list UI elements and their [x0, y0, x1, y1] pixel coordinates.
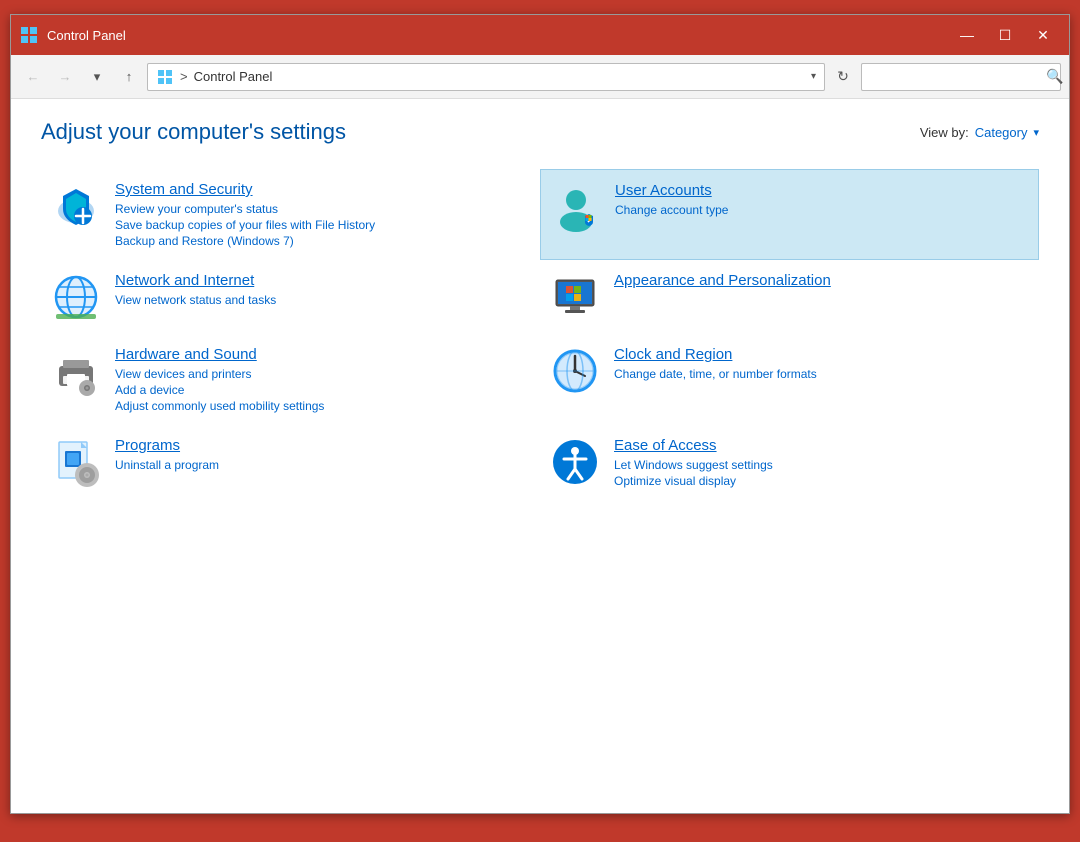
- ease-visual-link[interactable]: Optimize visual display: [614, 474, 1029, 488]
- system-restore-link[interactable]: Backup and Restore (Windows 7): [115, 234, 530, 248]
- search-icon: 🔍: [1046, 68, 1063, 85]
- up-button[interactable]: ↑: [115, 63, 143, 91]
- clock-title[interactable]: Clock and Region: [614, 346, 1029, 363]
- network-title[interactable]: Network and Internet: [115, 272, 530, 289]
- category-ease-of-access[interactable]: Ease of Access Let Windows suggest setti…: [540, 425, 1039, 500]
- clock-icon: [550, 346, 600, 396]
- address-separator: >: [180, 69, 188, 84]
- hardware-title[interactable]: Hardware and Sound: [115, 346, 530, 363]
- appearance-content: Appearance and Personalization: [614, 272, 1029, 293]
- close-button[interactable]: ✕: [1025, 21, 1061, 49]
- view-by-arrow-icon: ▾: [1033, 126, 1039, 139]
- search-bar[interactable]: 🔍: [861, 63, 1061, 91]
- hardware-mobility-link[interactable]: Adjust commonly used mobility settings: [115, 399, 530, 413]
- ease-suggest-link[interactable]: Let Windows suggest settings: [614, 458, 1029, 472]
- view-by-control: View by: Category ▾: [920, 125, 1039, 140]
- ease-of-access-title[interactable]: Ease of Access: [614, 437, 1029, 454]
- minimize-button[interactable]: —: [949, 21, 985, 49]
- back-button[interactable]: ←: [19, 63, 47, 91]
- page-header: Adjust your computer's settings View by:…: [41, 119, 1039, 145]
- address-bar-icon: [156, 68, 174, 86]
- network-status-link[interactable]: View network status and tasks: [115, 293, 530, 307]
- network-icon: [51, 272, 101, 322]
- title-bar-controls: — ☐ ✕: [949, 21, 1061, 49]
- programs-uninstall-link[interactable]: Uninstall a program: [115, 458, 530, 472]
- main-window: Control Panel — ☐ ✕ ← → ▾ ↑ > Control Pa…: [10, 14, 1070, 814]
- hardware-content: Hardware and Sound View devices and prin…: [115, 346, 530, 413]
- user-accounts-content: User Accounts Change account type: [615, 182, 1028, 217]
- ease-of-access-icon: [550, 437, 600, 487]
- category-programs[interactable]: Programs Uninstall a program: [41, 425, 540, 500]
- content-area: Adjust your computer's settings View by:…: [11, 99, 1069, 813]
- user-accounts-title[interactable]: User Accounts: [615, 182, 1028, 199]
- title-bar: Control Panel — ☐ ✕: [11, 15, 1069, 55]
- categories-grid: System and Security Review your computer…: [41, 169, 1039, 500]
- address-bar[interactable]: > Control Panel ▾: [147, 63, 825, 91]
- ease-of-access-content: Ease of Access Let Windows suggest setti…: [614, 437, 1029, 488]
- hardware-add-link[interactable]: Add a device: [115, 383, 530, 397]
- title-bar-app-icon: [19, 25, 39, 45]
- system-backup-link[interactable]: Save backup copies of your files with Fi…: [115, 218, 530, 232]
- appearance-icon: [550, 272, 600, 322]
- view-by-value[interactable]: Category: [975, 125, 1028, 140]
- programs-icon: [51, 437, 101, 487]
- category-system-security[interactable]: System and Security Review your computer…: [41, 169, 540, 260]
- address-dropdown-icon[interactable]: ▾: [811, 71, 816, 82]
- user-change-type-link[interactable]: Change account type: [615, 203, 1028, 217]
- navigation-bar: ← → ▾ ↑ > Control Panel ▾ ↻ 🔍: [11, 55, 1069, 99]
- forward-button[interactable]: →: [51, 63, 79, 91]
- network-content: Network and Internet View network status…: [115, 272, 530, 307]
- title-bar-text: Control Panel: [47, 28, 949, 43]
- system-review-link[interactable]: Review your computer's status: [115, 202, 530, 216]
- system-security-title[interactable]: System and Security: [115, 181, 530, 198]
- search-input[interactable]: [870, 69, 1046, 84]
- hardware-icon: [51, 346, 101, 396]
- category-clock[interactable]: Clock and Region Change date, time, or n…: [540, 334, 1039, 425]
- category-network[interactable]: Network and Internet View network status…: [41, 260, 540, 334]
- system-security-content: System and Security Review your computer…: [115, 181, 530, 248]
- maximize-button[interactable]: ☐: [987, 21, 1023, 49]
- programs-content: Programs Uninstall a program: [115, 437, 530, 472]
- page-title: Adjust your computer's settings: [41, 119, 346, 145]
- address-bar-text: Control Panel: [194, 69, 805, 84]
- category-hardware[interactable]: Hardware and Sound View devices and prin…: [41, 334, 540, 425]
- system-security-icon: [51, 181, 101, 231]
- recent-button[interactable]: ▾: [83, 63, 111, 91]
- clock-date-link[interactable]: Change date, time, or number formats: [614, 367, 1029, 381]
- clock-content: Clock and Region Change date, time, or n…: [614, 346, 1029, 381]
- refresh-button[interactable]: ↻: [829, 63, 857, 91]
- category-user-accounts[interactable]: User Accounts Change account type User A…: [540, 169, 1039, 260]
- programs-title[interactable]: Programs: [115, 437, 530, 454]
- user-accounts-icon: [551, 182, 601, 232]
- category-appearance[interactable]: Appearance and Personalization: [540, 260, 1039, 334]
- view-by-label: View by:: [920, 125, 969, 140]
- appearance-title[interactable]: Appearance and Personalization: [614, 272, 1029, 289]
- hardware-devices-link[interactable]: View devices and printers: [115, 367, 530, 381]
